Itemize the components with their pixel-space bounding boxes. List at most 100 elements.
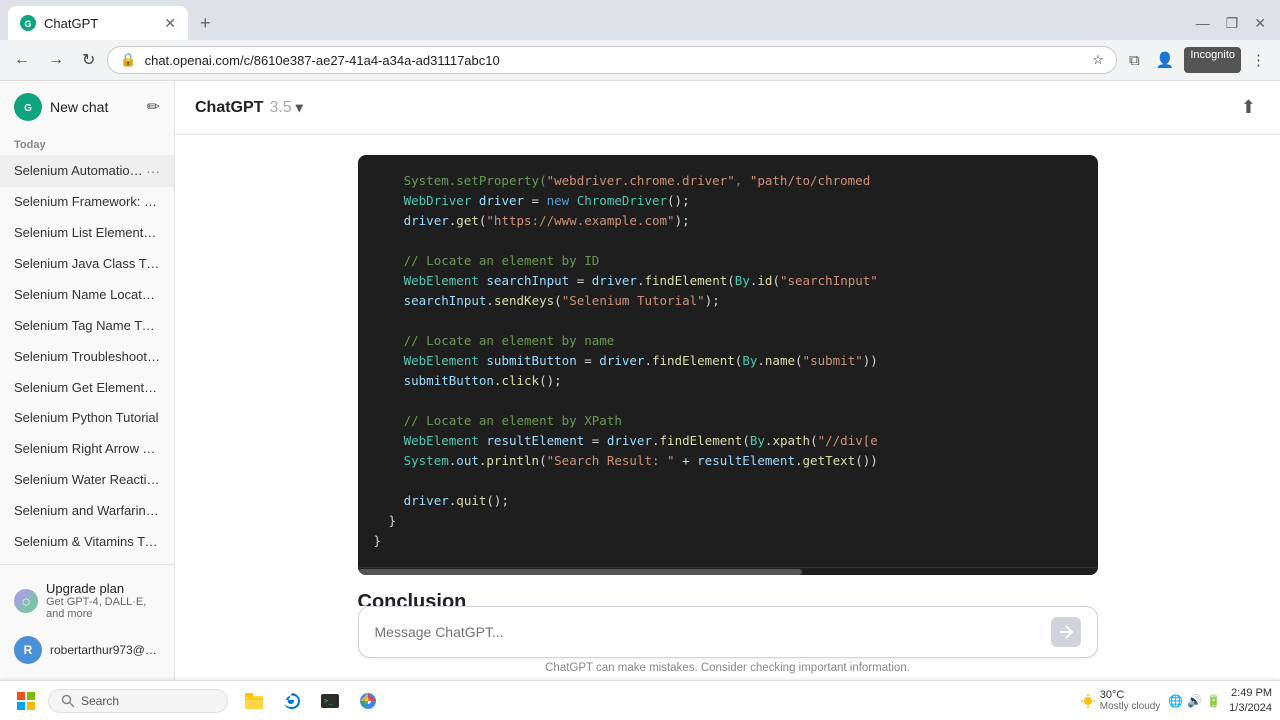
weather-info: 30°C Mostly cloudy — [1100, 689, 1161, 712]
input-wrapper: ChatGPT can make mistakes. Consider chec… — [278, 606, 1178, 680]
taskbar-datetime[interactable]: 2:49 PM 1/3/2024 — [1229, 686, 1272, 715]
tab-controls: — ❐ ✕ — [1190, 13, 1272, 34]
tab-close-button[interactable]: ✕ — [164, 15, 176, 32]
message-input[interactable] — [375, 624, 1043, 640]
lock-icon: 🔒 — [120, 52, 136, 68]
extensions-button[interactable]: ⧉ — [1123, 47, 1146, 73]
chat-header: ChatGPT 3.5 ▾ ⬆ — [175, 81, 1280, 135]
sidebar-items-list: Selenium Automation Tutori... ··· Seleni… — [0, 155, 174, 564]
send-button[interactable] — [1051, 617, 1081, 647]
tab-title: ChatGPT — [44, 16, 156, 31]
back-button[interactable]: ← — [8, 47, 36, 73]
menu-button[interactable]: ⋮ — [1245, 47, 1272, 73]
model-label: ChatGPT — [195, 99, 263, 117]
sidebar-item-10[interactable]: Selenium Water Reaction Tutori... — [0, 465, 174, 496]
restore-button[interactable]: ❐ — [1220, 13, 1245, 34]
sidebar-item-4[interactable]: Selenium Name Locator Tutorial — [0, 280, 174, 311]
forward-button[interactable]: → — [42, 47, 70, 73]
model-selector[interactable]: ChatGPT 3.5 ▾ — [195, 99, 303, 117]
svg-text:⬡: ⬡ — [22, 597, 30, 607]
upgrade-plan-main: Upgrade plan — [46, 581, 160, 596]
chat-messages: System.setProperty("webdriver.chrome.dri… — [175, 135, 1280, 606]
sidebar-section-today: Today — [0, 133, 174, 155]
conclusion-title: Conclusion — [358, 591, 1098, 606]
edge-icon — [281, 690, 303, 712]
sidebar: G New chat ✏ Today Selenium Automation T… — [0, 81, 175, 680]
edit-button[interactable]: ✏ — [147, 97, 160, 117]
user-profile-row[interactable]: R robertarthur973@gmail.com — [8, 628, 166, 672]
sidebar-item-8[interactable]: Selenium Python Tutorial — [0, 403, 174, 434]
explorer-icon — [243, 690, 265, 712]
sidebar-item-text-4: Selenium Name Locator Tutorial — [14, 287, 160, 304]
sidebar-item-text-1: Selenium Framework: Code Exam... — [14, 194, 160, 211]
upgrade-plan-text: Upgrade plan Get GPT-4, DALL·E, and more — [46, 581, 160, 620]
sidebar-item-2[interactable]: Selenium List Elements Tutorial — [0, 218, 174, 249]
close-window-button[interactable]: ✕ — [1248, 13, 1272, 34]
minimize-button[interactable]: — — [1190, 13, 1216, 33]
taskbar: Search >_ — [0, 680, 1280, 720]
url-text: chat.openai.com/c/8610e387-ae27-41a4-a34… — [145, 53, 1085, 68]
taskbar-weather[interactable]: 30°C Mostly cloudy — [1080, 689, 1161, 712]
taskbar-search[interactable]: Search — [48, 689, 228, 713]
taskbar-app-terminal[interactable]: >_ — [312, 683, 348, 719]
profile-button[interactable]: 👤 — [1150, 47, 1181, 73]
network-icon[interactable]: 🌐 — [1168, 694, 1183, 708]
weather-temp: 30°C — [1100, 689, 1161, 701]
sidebar-item-text-6: Selenium Troubleshooting: Class... — [14, 349, 160, 366]
new-chat-label[interactable]: New chat — [50, 99, 139, 115]
taskbar-right: 30°C Mostly cloudy 🌐 🔊 🔋 2:49 PM 1/3/202… — [1080, 686, 1272, 715]
share-button[interactable]: ⬆ — [1237, 93, 1260, 122]
sidebar-item-text-9: Selenium Right Arrow Tutorial — [14, 441, 160, 458]
tab-favicon: G — [20, 15, 36, 31]
message-input-container — [358, 606, 1098, 658]
active-tab[interactable]: G ChatGPT ✕ — [8, 6, 188, 40]
sidebar-item-menu-0[interactable]: ··· — [146, 162, 160, 180]
sidebar-item-12[interactable]: Selenium & Vitamins Tutorial — [0, 527, 174, 558]
tab-bar: G ChatGPT ✕ + — ❐ ✕ — [0, 0, 1280, 40]
browser-actions: ⧉ 👤 Incognito ⋮ — [1123, 47, 1272, 73]
sidebar-item-text-2: Selenium List Elements Tutorial — [14, 225, 160, 242]
start-button[interactable] — [8, 683, 44, 719]
sidebar-item-9[interactable]: Selenium Right Arrow Tutorial — [0, 434, 174, 465]
sidebar-item-5[interactable]: Selenium Tag Name Tutorial — [0, 311, 174, 342]
user-avatar: R — [14, 636, 42, 664]
sidebar-item-1[interactable]: Selenium Framework: Code Exam... — [0, 187, 174, 218]
code-content: System.setProperty("webdriver.chrome.dri… — [358, 155, 1098, 567]
reload-button[interactable]: ↻ — [76, 46, 101, 74]
sidebar-item-text-0: Selenium Automation Tutori... — [14, 163, 146, 180]
user-email: robertarthur973@gmail.com — [50, 643, 160, 657]
upgrade-plan-button[interactable]: ⬡ Upgrade plan Get GPT-4, DALL·E, and mo… — [8, 573, 166, 628]
sidebar-header: G New chat ✏ — [0, 81, 174, 133]
new-tab-button[interactable]: + — [192, 9, 219, 38]
code-block: System.setProperty("webdriver.chrome.dri… — [358, 155, 1098, 575]
taskbar-app-explorer[interactable] — [236, 683, 272, 719]
message-area: System.setProperty("webdriver.chrome.dri… — [278, 135, 1178, 606]
taskbar-sys-icons: 🌐 🔊 🔋 — [1168, 694, 1221, 708]
browser-chrome: G ChatGPT ✕ + — ❐ ✕ ← → ↻ 🔒 chat.openai.… — [0, 0, 1280, 81]
taskbar-apps: >_ — [236, 683, 386, 719]
address-bar[interactable]: 🔒 chat.openai.com/c/8610e387-ae27-41a4-a… — [107, 46, 1117, 74]
sidebar-item-6[interactable]: Selenium Troubleshooting: Class... — [0, 342, 174, 373]
taskbar-app-edge[interactable] — [274, 683, 310, 719]
address-bar-row: ← → ↻ 🔒 chat.openai.com/c/8610e387-ae27-… — [0, 40, 1280, 80]
sidebar-item-text-12: Selenium & Vitamins Tutorial — [14, 534, 160, 551]
sidebar-item-text-7: Selenium Get Elements Tutorial — [14, 380, 160, 397]
model-version: 3.5 — [269, 99, 291, 117]
volume-icon[interactable]: 🔊 — [1187, 694, 1202, 708]
app-layout: G New chat ✏ Today Selenium Automation T… — [0, 81, 1280, 680]
code-scrollbar-thumb — [358, 569, 802, 575]
battery-icon[interactable]: 🔋 — [1206, 694, 1221, 708]
svg-text:>_: >_ — [324, 697, 333, 705]
bookmark-icon[interactable]: ☆ — [1092, 52, 1104, 68]
taskbar-search-text: Search — [81, 694, 119, 708]
weather-desc: Mostly cloudy — [1100, 701, 1161, 712]
sidebar-item-3[interactable]: Selenium Java Class Tutorial — [0, 249, 174, 280]
chevron-down-icon: ▾ — [296, 99, 303, 116]
sidebar-item-text-5: Selenium Tag Name Tutorial — [14, 318, 160, 335]
sidebar-item-text-3: Selenium Java Class Tutorial — [14, 256, 160, 273]
sidebar-item-0[interactable]: Selenium Automation Tutori... ··· — [0, 155, 174, 187]
sidebar-item-7[interactable]: Selenium Get Elements Tutorial — [0, 373, 174, 404]
taskbar-app-chrome[interactable] — [350, 683, 386, 719]
code-scrollbar[interactable] — [358, 567, 1098, 575]
sidebar-item-11[interactable]: Selenium and Warfarin: No Intera... — [0, 496, 174, 527]
